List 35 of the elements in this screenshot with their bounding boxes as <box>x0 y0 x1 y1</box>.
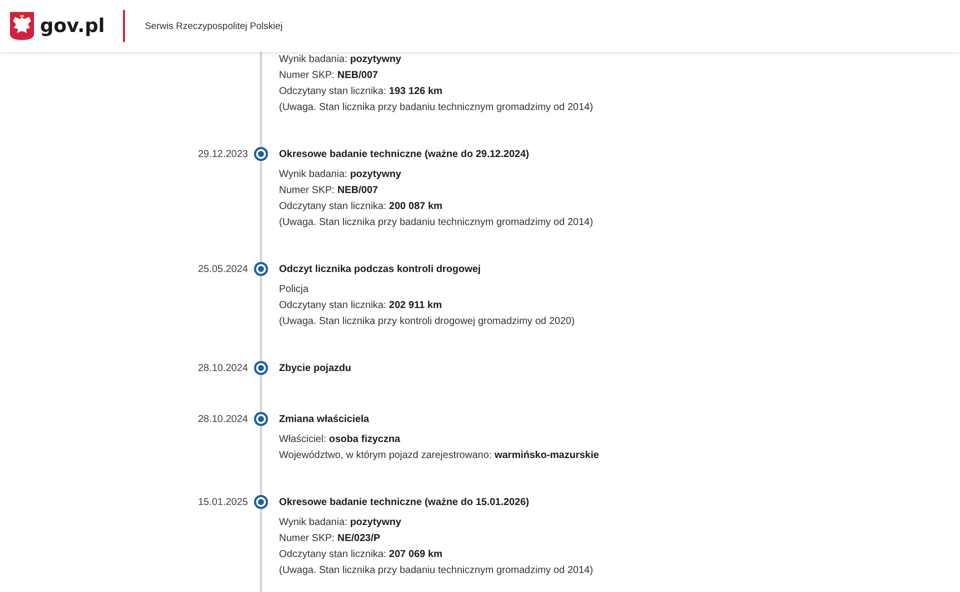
event-detail: Wynik badania: pozytywny <box>279 53 402 67</box>
timeline-dot-icon <box>254 412 268 426</box>
event-date: 15.01.2025 <box>198 497 248 508</box>
event-detail: (Uwaga. Stan licznika przy badaniu technicznym gromadzimy od 2014) <box>279 101 594 115</box>
event-detail: Policja <box>279 283 310 297</box>
event-detail: Województwo, w którym pojazd zarejestrowano: warmińsko-mazurskie <box>279 449 599 463</box>
service-name: Serwis Rzeczypospolitej Polskiej <box>144 20 283 32</box>
event-detail: Numer SKP: NEB/007 <box>279 184 379 198</box>
event-title: Okresowe badanie techniczne (ważne do 15.01.2026) <box>279 496 530 510</box>
event-detail: Odczytany stan licznika: 202 911 km <box>279 299 443 313</box>
event-detail: (Uwaga. Stan licznika przy badaniu technicznym gromadzimy od 2014) <box>279 564 594 578</box>
event-detail: Właściciel: osoba fizyczna <box>279 433 402 447</box>
timeline-dot-icon <box>254 147 268 161</box>
event-detail: Numer SKP: NE/023/P <box>279 532 382 546</box>
event-detail: Wynik badania: pozytywny <box>279 168 402 182</box>
event-title: Odczyt licznika podczas kontroli drogowej <box>279 263 482 277</box>
event-title: Zbycie pojazdu <box>279 362 352 376</box>
event-detail: Numer SKP: NEB/007 <box>279 69 379 83</box>
timeline-dot-icon <box>254 361 268 375</box>
event-detail: (Uwaga. Stan licznika przy badaniu technicznym gromadzimy od 2014) <box>279 216 594 230</box>
event-title: Zmiana właściciela <box>279 413 370 427</box>
event-detail: Odczytany stan licznika: 207 069 km <box>279 548 444 562</box>
event-date: 29.12.2023 <box>198 149 248 160</box>
home-link[interactable]: gov.pl <box>10 12 105 40</box>
event-title: Okresowe badanie techniczne (ważne do 29.12.2024) <box>279 148 530 162</box>
event-detail: Odczytany stan licznika: 193 126 km <box>279 85 444 99</box>
event-detail: Wynik badania: pozytywny <box>279 516 402 530</box>
event-date: 25.05.2024 <box>198 264 248 275</box>
event-detail: Odczytany stan licznika: 200 087 km <box>279 200 444 214</box>
timeline-dot-icon <box>254 262 268 276</box>
timeline-dot-icon <box>254 495 268 509</box>
event-date: 28.10.2024 <box>198 363 248 374</box>
eagle-emblem-icon <box>10 12 34 40</box>
event-detail: (Uwaga. Stan licznika przy kontroli drogowej gromadzimy od 2020) <box>279 315 575 329</box>
event-date: 28.10.2024 <box>198 414 248 425</box>
